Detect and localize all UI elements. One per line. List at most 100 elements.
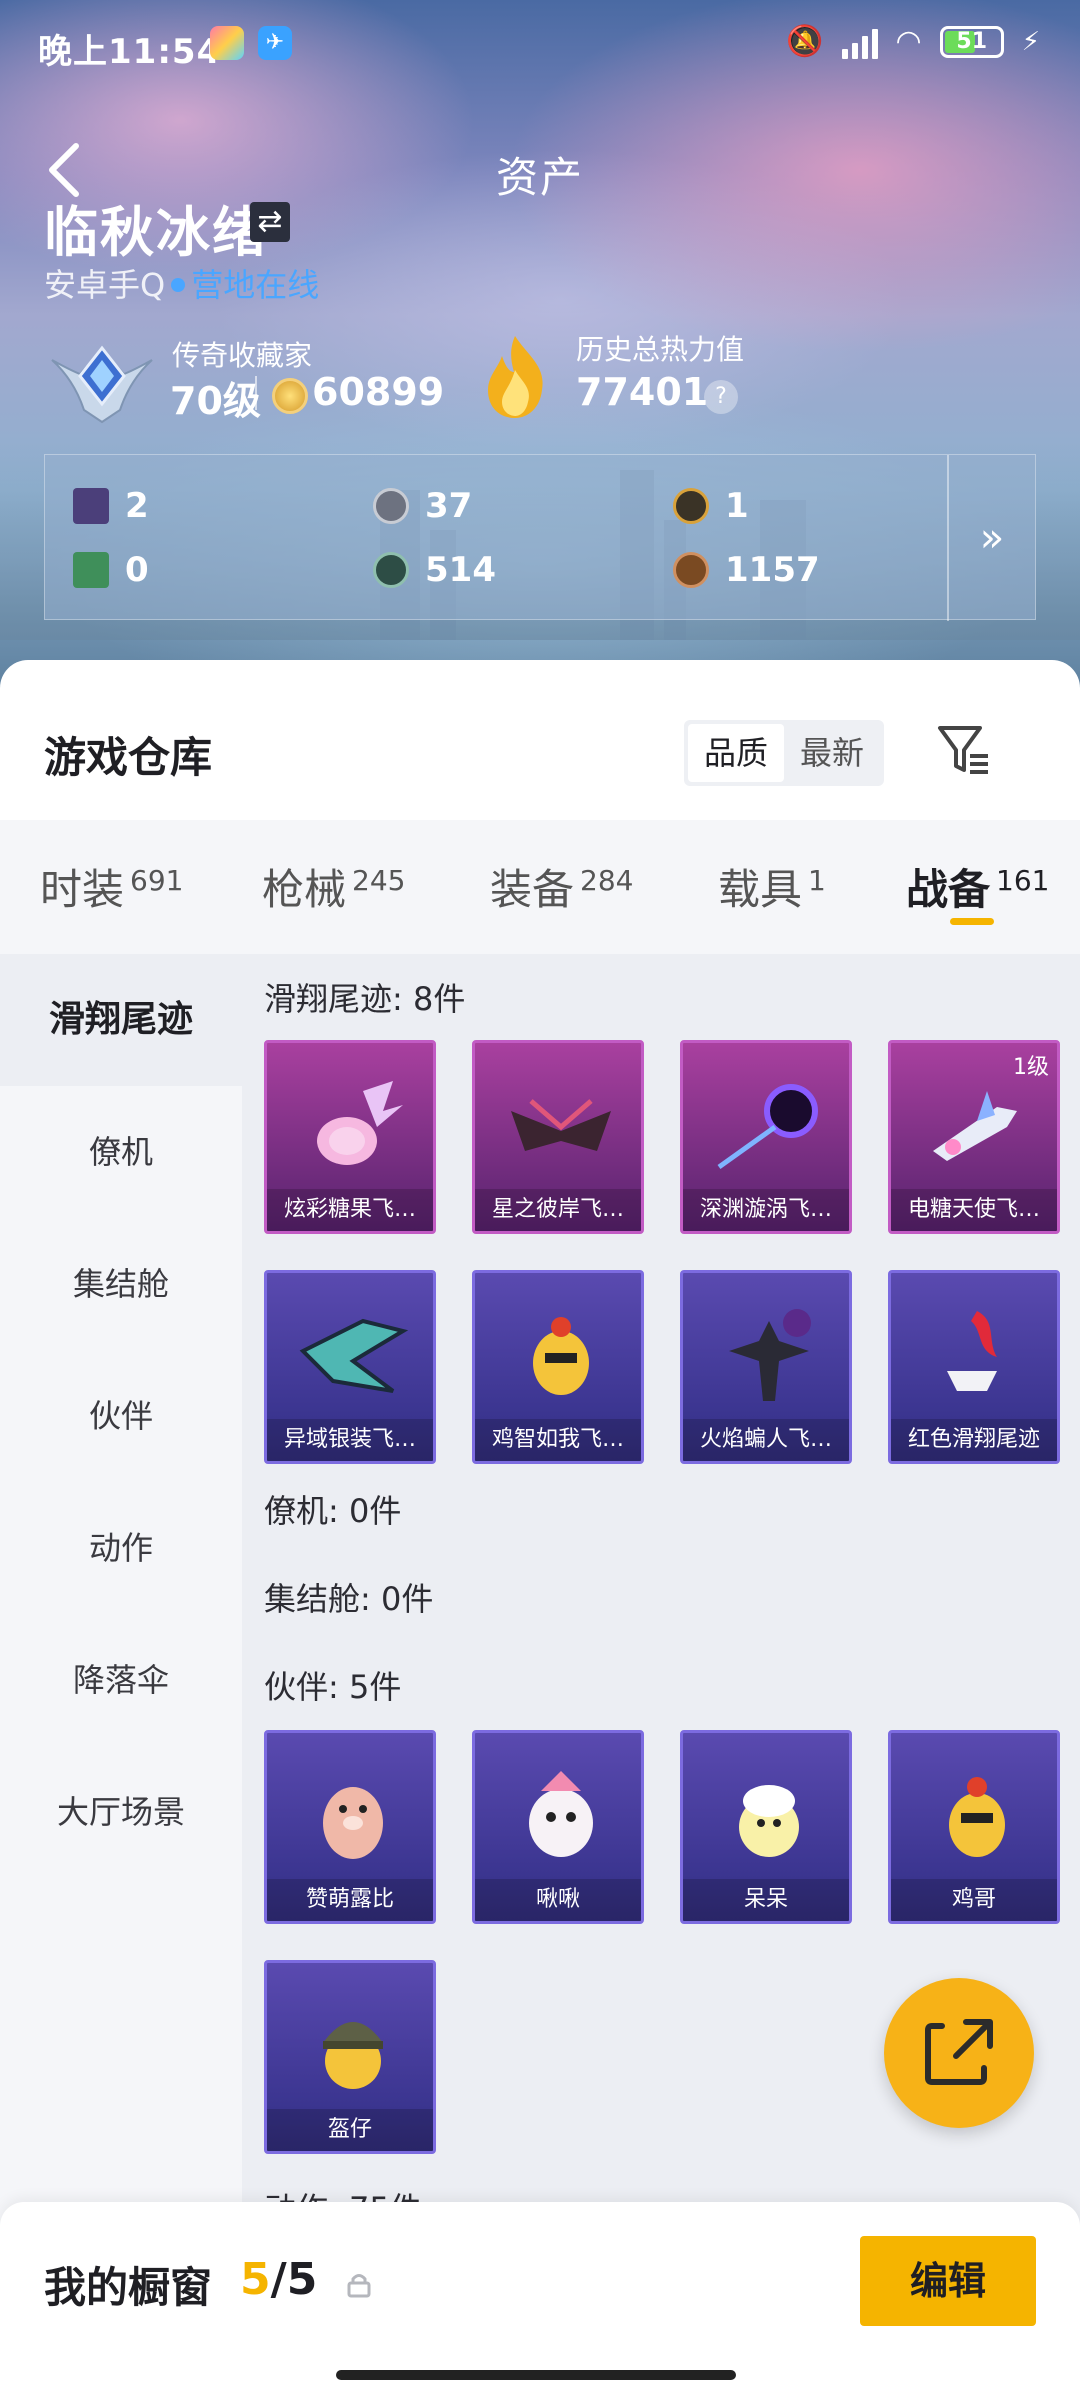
stat-value: 1 (725, 486, 749, 526)
tab-count: 691 (130, 864, 184, 897)
heat-title: 历史总热力值 (576, 333, 745, 366)
expand-stats-button[interactable]: » (947, 455, 1035, 621)
tab-fashion[interactable]: 时装 691 (40, 856, 183, 917)
stat-value: 514 (425, 550, 496, 590)
bird-partner-icon (529, 1771, 593, 1857)
side-item-lobby-scene[interactable]: 大厅场景 (0, 1746, 242, 1878)
vortex-trail-icon (717, 1084, 818, 1170)
stat-item: 37 (373, 481, 472, 531)
hero-background: 晚上11:54 ✈ 🔕 ◠ 51 ⚡ 资产 临秋冰绪 ⇄ 安卓手Q 营地在线 传奇… (0, 0, 1080, 700)
signal-icon (841, 25, 878, 59)
online-status: 营地在线 (191, 266, 320, 304)
item-grid-area: 滑翔尾迹: 8件 炫彩糖果飞… 星之彼岸飞… 深渊漩涡飞… 1级 电糖天使飞… … (242, 954, 1080, 2400)
sort-toggle: 品质 最新 (684, 720, 884, 786)
tab-label: 载具 (718, 865, 803, 914)
help-icon[interactable]: ? (704, 380, 738, 414)
item-card[interactable]: 异域银装飞… (264, 1270, 436, 1464)
stat-value: 37 (425, 486, 473, 526)
coin-green-icon (373, 552, 409, 588)
stat-item: 514 (373, 545, 496, 595)
side-item-parachute[interactable]: 降落伞 (0, 1614, 242, 1746)
item-name: 啾啾 (475, 1879, 641, 1921)
category-tabs: 时装 691 枪械 245 装备 284 载具 1 战备 161 (0, 820, 1080, 954)
tab-equipment[interactable]: 装备 284 (490, 856, 633, 917)
rank-title: 传奇收藏家 (172, 339, 313, 372)
asset-stats-panel: 2 37 1 0 514 1157 » (44, 454, 1036, 621)
item-card[interactable]: 1级 电糖天使飞… (888, 1040, 1060, 1234)
tab-count: 245 (352, 864, 406, 897)
bat-trail-icon (729, 1309, 811, 1401)
item-card[interactable]: 赞萌露比 (264, 1730, 436, 1924)
tab-label: 枪械 (262, 865, 347, 914)
divider (255, 376, 257, 410)
jet-trail-icon (933, 1091, 1017, 1161)
item-card[interactable]: 盔仔 (264, 1960, 436, 2154)
side-item-wingman[interactable]: 僚机 (0, 1086, 242, 1218)
helmet-chick-partner-icon (323, 2022, 383, 2089)
chicken-trail-icon (533, 1317, 589, 1395)
item-card[interactable]: 火焰蝙人飞… (680, 1270, 852, 1464)
item-card[interactable]: 啾啾 (472, 1730, 644, 1924)
home-indicator[interactable] (336, 2370, 736, 2380)
tab-count: 284 (580, 864, 634, 897)
sort-option-newest[interactable]: 最新 (784, 724, 880, 782)
rank-emblem-icon (51, 345, 153, 424)
item-card[interactable]: 深渊漩涡飞… (680, 1040, 852, 1234)
tab-count: 161 (996, 864, 1050, 897)
red-smoke-trail-icon (947, 1311, 997, 1391)
tab-combat-gear[interactable]: 战备 161 (906, 856, 1049, 917)
rank-level: 70级 (170, 379, 261, 423)
filter-icon[interactable] (934, 720, 994, 780)
medal-icon (272, 378, 308, 414)
charging-icon: ⚡ (1021, 26, 1040, 57)
side-item-partner[interactable]: 伙伴 (0, 1350, 242, 1482)
share-button[interactable] (884, 1978, 1034, 2128)
hamster-partner-icon (323, 1787, 383, 1859)
item-name: 红色滑翔尾迹 (891, 1419, 1057, 1461)
chick-partner-icon (739, 1785, 799, 1857)
showcase-count: 5/5 (240, 2254, 317, 2305)
lock-icon (347, 2274, 371, 2298)
edit-button[interactable]: 编辑 (860, 2236, 1036, 2326)
coin-silver-icon (373, 488, 409, 524)
item-card[interactable]: 星之彼岸飞… (472, 1040, 644, 1234)
sort-option-quality[interactable]: 品质 (688, 724, 784, 782)
message-app-icon: ✈ (258, 26, 292, 60)
warehouse-sheet: 游戏仓库 品质 最新 时装 691 枪械 245 装备 284 载具 1 战备 161 滑… (0, 660, 1080, 2400)
side-item-action[interactable]: 动作 (0, 1482, 242, 1614)
item-card[interactable]: 炫彩糖果飞… (264, 1040, 436, 1234)
tab-count: 1 (808, 864, 826, 897)
ticket-icon (73, 552, 109, 588)
stat-value: 0 (125, 550, 149, 590)
stat-item: 0 (73, 545, 149, 595)
item-name: 鸡哥 (891, 1879, 1057, 1921)
section-title-pod: 集结舱: 0件 (264, 1580, 434, 1618)
item-name: 深渊漩涡飞… (683, 1189, 849, 1231)
battery-level: 51 (956, 28, 988, 54)
item-name: 炫彩糖果飞… (267, 1189, 433, 1231)
section-title-trails: 滑翔尾迹: 8件 (264, 980, 466, 1018)
stat-item: 1157 (673, 545, 820, 595)
item-name: 鸡智如我飞… (475, 1419, 641, 1461)
item-card[interactable]: 呆呆 (680, 1730, 852, 1924)
item-card[interactable]: 鸡智如我飞… (472, 1270, 644, 1464)
stat-item: 2 (73, 481, 149, 531)
item-card[interactable]: 鸡哥 (888, 1730, 1060, 1924)
showcase-label: 我的橱窗 (44, 2263, 213, 2312)
stat-value: 1157 (725, 550, 820, 590)
side-item-pod[interactable]: 集结舱 (0, 1218, 242, 1350)
item-name: 盔仔 (267, 2109, 433, 2151)
player-name: 临秋冰绪 (44, 201, 268, 264)
tab-label: 战备 (906, 865, 991, 914)
coin-bronze-icon (673, 552, 709, 588)
silver-wing-trail-icon (299, 1318, 409, 1393)
tab-vehicles[interactable]: 载具 1 (718, 856, 826, 917)
item-name: 电糖天使飞… (891, 1189, 1057, 1231)
side-item-glide-trail[interactable]: 滑翔尾迹 (0, 954, 242, 1086)
item-card[interactable]: 红色滑翔尾迹 (888, 1270, 1060, 1464)
switch-account-icon[interactable]: ⇄ (250, 202, 290, 242)
platform-status: 安卓手Q 营地在线 (44, 260, 319, 306)
tab-weapons[interactable]: 枪械 245 (262, 856, 405, 917)
online-dot-icon (171, 278, 186, 292)
section-title-wingman: 僚机: 0件 (264, 1492, 402, 1530)
